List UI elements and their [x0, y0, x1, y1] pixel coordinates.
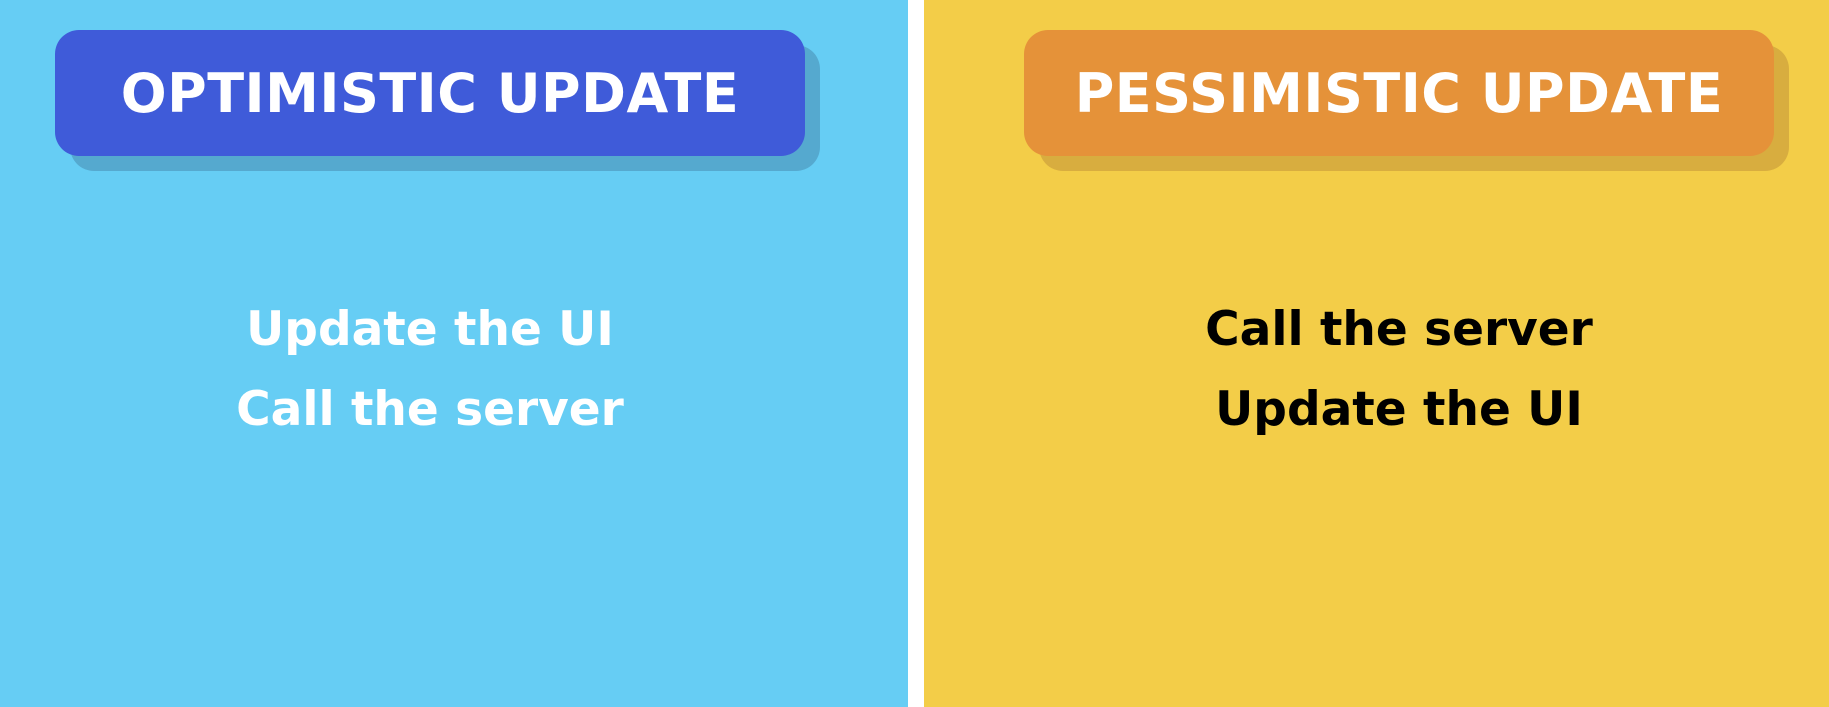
optimistic-banner: OPTIMISTIC UPDATE — [55, 30, 805, 156]
pessimistic-steps: Call the server Update the UI — [1024, 290, 1774, 450]
pessimistic-step: Call the server — [1205, 302, 1593, 357]
pessimistic-title: PESSIMISTIC UPDATE — [1074, 61, 1724, 125]
optimistic-steps: Update the UI Call the server — [55, 290, 805, 450]
comparison-slide: OPTIMISTIC UPDATE PESSIMISTIC UPDATE Upd… — [0, 0, 1829, 707]
pessimistic-step: Update the UI — [1215, 382, 1583, 437]
pessimistic-banner: PESSIMISTIC UPDATE — [1024, 30, 1774, 156]
optimistic-step: Call the server — [236, 382, 624, 437]
optimistic-title: OPTIMISTIC UPDATE — [120, 61, 740, 125]
panel-divider — [908, 0, 924, 707]
optimistic-step: Update the UI — [246, 302, 614, 357]
